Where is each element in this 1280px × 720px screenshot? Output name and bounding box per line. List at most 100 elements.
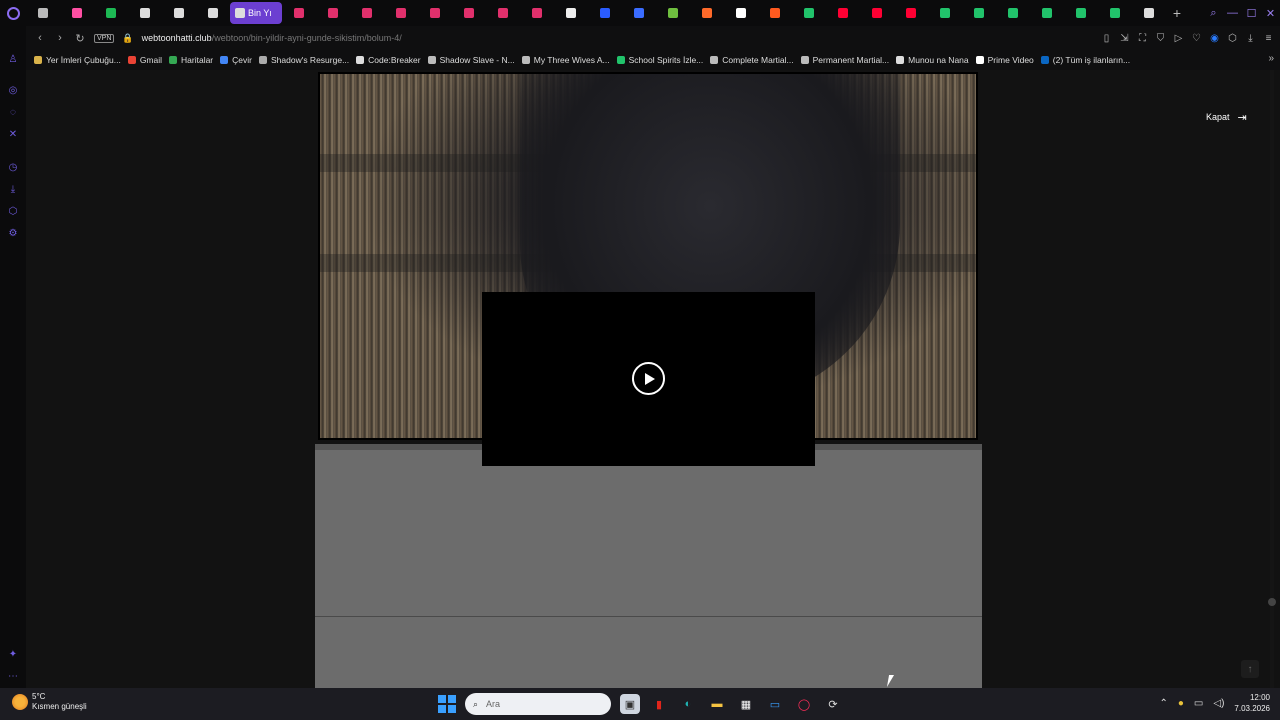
bookmark-item[interactable]: Code:Breaker [356, 55, 427, 65]
store-icon[interactable]: ▦ [736, 694, 756, 714]
downloads-icon[interactable]: ⤓ [6, 182, 20, 196]
bookmark-item[interactable]: My Three Wives A... [521, 55, 617, 65]
tab[interactable] [656, 2, 690, 24]
settings-app-icon[interactable]: ▭ [765, 694, 785, 714]
file-explorer-icon[interactable]: ▬ [707, 694, 727, 714]
aria-icon[interactable]: ◉ [1209, 33, 1220, 44]
bookmark-item[interactable]: School Spirits İzle... [616, 55, 711, 65]
reload-button[interactable]: ↻ [74, 32, 86, 45]
opera-taskbar-icon[interactable]: ◯ [794, 694, 814, 714]
bookmark-item[interactable]: Permanent Martial... [800, 55, 897, 65]
tab[interactable] [60, 2, 94, 24]
more-icon[interactable]: ⋯ [6, 669, 20, 683]
play-button[interactable] [632, 362, 665, 395]
tray-overflow-icon[interactable]: ⌃ [1159, 698, 1167, 709]
bookmark-item[interactable]: Gmail [127, 55, 169, 65]
tab[interactable] [792, 2, 826, 24]
bookmark-item[interactable]: Complete Martial... [710, 55, 800, 65]
tab[interactable] [128, 2, 162, 24]
microphone-icon[interactable]: ● [1178, 698, 1184, 709]
tab[interactable] [350, 2, 384, 24]
history-icon[interactable]: ◷ [6, 160, 20, 174]
scroll-to-top-button[interactable]: ↑ [1241, 660, 1259, 678]
bookmark-item[interactable]: Yer İmleri Çubuğu... [34, 55, 128, 65]
forward-button[interactable]: › [54, 32, 66, 44]
x-icon[interactable]: ✕ [6, 127, 20, 141]
tab[interactable] [622, 2, 656, 24]
bookmark-item[interactable]: Munou na Nana [896, 55, 976, 65]
new-tab-button[interactable]: + [1166, 2, 1188, 24]
bookmarks-overflow-icon[interactable]: » [1268, 53, 1274, 64]
bookmark-item[interactable]: Shadow Slave - N... [427, 55, 522, 65]
heart-icon[interactable]: ♡ [1191, 33, 1202, 44]
tab[interactable] [418, 2, 452, 24]
display-icon[interactable]: ▭ [1194, 698, 1203, 709]
clock[interactable]: 12:00 7.03.2026 [1234, 692, 1270, 714]
volume-icon[interactable]: ◁) [1213, 698, 1224, 709]
easy-setup-icon[interactable]: ≡ [1263, 33, 1274, 44]
close-ad-button[interactable]: Kapat ⇥ [1206, 108, 1247, 126]
scrollbar-thumb[interactable] [1268, 598, 1276, 606]
vpn-badge[interactable]: VPN [94, 33, 115, 43]
task-view-icon[interactable]: ▣ [620, 694, 640, 714]
bookmark-item[interactable]: (2) Tüm iş ilanların... [1040, 55, 1137, 65]
extensions-icon[interactable]: ⬡ [1227, 33, 1238, 44]
tab[interactable] [486, 2, 520, 24]
snapshot-icon[interactable]: ⛶ [1137, 33, 1148, 44]
tab[interactable] [162, 2, 196, 24]
tab[interactable] [962, 2, 996, 24]
player-icon[interactable]: ▷ [1173, 33, 1184, 44]
download-icon[interactable]: ⤓ [1245, 33, 1256, 44]
tab[interactable] [94, 2, 128, 24]
aria-sidebar-icon[interactable]: ♙ [6, 52, 20, 66]
tab[interactable] [724, 2, 758, 24]
tab[interactable] [554, 2, 588, 24]
pin-icon[interactable]: ⇲ [1119, 33, 1130, 44]
tab[interactable] [282, 2, 316, 24]
tab[interactable] [1132, 2, 1166, 24]
bookmark-item[interactable]: Prime Video [975, 55, 1041, 65]
bookmark-item[interactable]: Çevir [220, 55, 259, 65]
tab[interactable] [196, 2, 230, 24]
tab[interactable] [1064, 2, 1098, 24]
tab[interactable] [894, 2, 928, 24]
bookmark-item[interactable]: Haritalar [169, 55, 220, 65]
close-window-button[interactable]: ✕ [1261, 7, 1280, 20]
edge-icon[interactable]: ◐ [678, 694, 698, 714]
tab[interactable] [26, 2, 60, 24]
tab[interactable] [860, 2, 894, 24]
extensions-sidebar-icon[interactable]: ⬡ [6, 204, 20, 218]
search-tabs-icon[interactable]: ⌕ [1204, 7, 1223, 20]
whatsapp-icon[interactable]: ◌ [6, 105, 20, 119]
tab[interactable] [1098, 2, 1132, 24]
url-field[interactable]: webtoonhatti.club/webtoon/bin-yildir-ayn… [142, 33, 402, 43]
start-button[interactable] [438, 695, 456, 713]
tab[interactable] [928, 2, 962, 24]
shield-icon[interactable]: ⛉ [1155, 33, 1166, 44]
tab[interactable] [384, 2, 418, 24]
tab[interactable] [826, 2, 860, 24]
tab[interactable] [758, 2, 792, 24]
gx-icon[interactable]: ✦ [6, 647, 20, 661]
chrome-app-icon[interactable]: ⟳ [823, 694, 843, 714]
tab[interactable] [520, 2, 554, 24]
tab[interactable] [690, 2, 724, 24]
tab[interactable] [316, 2, 350, 24]
video-ad-player[interactable] [482, 292, 815, 466]
bookmark-item[interactable]: Shadow's Resurge... [258, 55, 356, 65]
maximize-button[interactable]: ☐ [1242, 7, 1261, 20]
tab[interactable] [996, 2, 1030, 24]
tab[interactable] [1030, 2, 1064, 24]
taskbar-search[interactable]: ⌕ Ara [465, 693, 611, 715]
weather-widget[interactable]: 5°C Kısmen güneşli [12, 692, 87, 712]
back-button[interactable]: ‹ [34, 32, 46, 44]
opera-menu-icon[interactable] [0, 0, 26, 26]
settings-icon[interactable]: ⚙ [6, 226, 20, 240]
pdf-app-icon[interactable]: ▮ [649, 694, 669, 714]
lock-icon[interactable]: 🔒 [122, 33, 133, 44]
minimize-button[interactable]: — [1223, 7, 1242, 19]
tab-active[interactable]: Bin Yı [230, 2, 282, 24]
tab[interactable] [588, 2, 622, 24]
tab[interactable] [452, 2, 486, 24]
messenger-icon[interactable]: ◎ [6, 83, 20, 97]
